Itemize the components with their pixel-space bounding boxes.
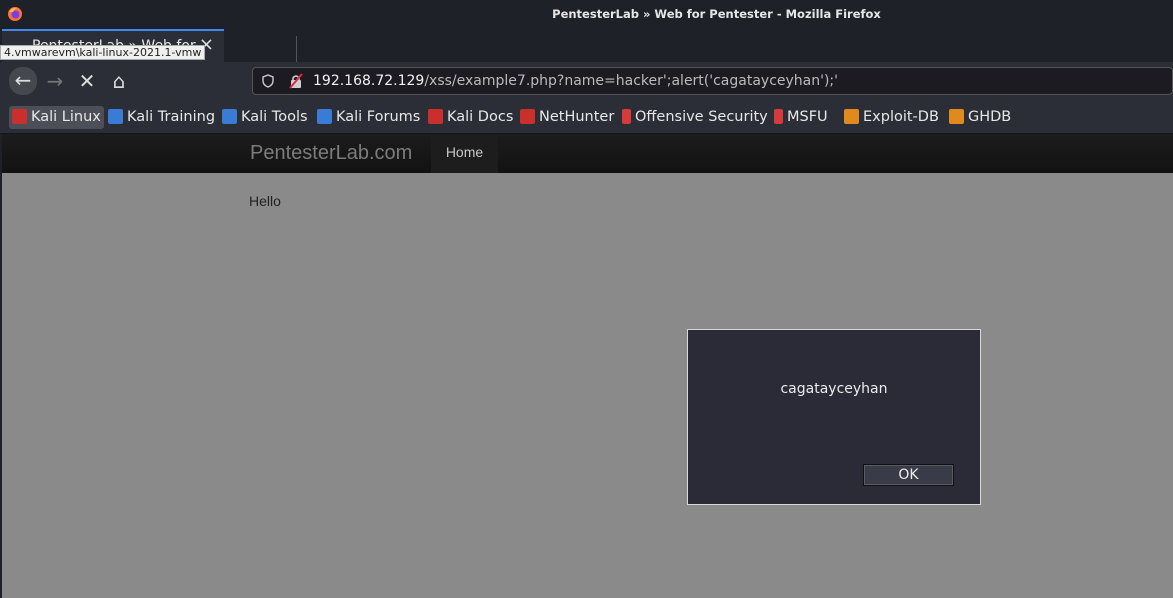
home-button[interactable]: ⌂ (106, 68, 132, 94)
url-host: 192.168.72.129 (313, 73, 425, 89)
kali-dragon-icon (12, 109, 27, 124)
window-left-border (0, 134, 2, 598)
nethunter-icon (520, 109, 535, 124)
tab-tooltip: 4.vmwarevm\kali-linux-2021.1-vmw (0, 45, 206, 60)
bookmark-label: GHDB (968, 109, 1012, 125)
kali-docs-icon (428, 109, 443, 124)
address-bar[interactable]: 192.168.72.129/xss/example7.php?name=hac… (252, 67, 1173, 95)
bookmark-label: Offensive Security (635, 109, 768, 125)
bookmark-kali-forums[interactable]: Kali Forums (317, 106, 420, 129)
msfu-icon (774, 109, 783, 124)
kali-forums-icon (317, 109, 332, 124)
kali-training-icon (108, 109, 123, 124)
page-body-text: Hello (249, 193, 281, 209)
forward-button[interactable]: → (42, 68, 68, 94)
bookmark-ghdb[interactable]: GHDB (949, 106, 1011, 129)
kali-tools-icon (222, 109, 237, 124)
insecure-lock-icon[interactable] (288, 73, 304, 89)
tracking-protection-shield-icon[interactable] (261, 74, 275, 88)
offsec-icon (622, 109, 631, 124)
url-text[interactable]: 192.168.72.129/xss/example7.php?name=hac… (313, 73, 838, 89)
back-button[interactable]: ← (9, 67, 37, 95)
navigation-bar: ← → ✕ ⌂ 192.168.72.129/xss/example7.php?… (0, 62, 1173, 100)
site-brand-link[interactable]: PentesterLab.com (250, 142, 412, 165)
stop-button[interactable]: ✕ (74, 68, 100, 94)
window-title-bar: PentesterLab » Web for Pentester - Mozil… (0, 0, 1173, 28)
bookmark-offensive-security[interactable]: Offensive Security (622, 106, 768, 129)
bookmark-kali-tools[interactable]: Kali Tools (222, 106, 308, 129)
ok-button[interactable]: OK (863, 464, 954, 486)
bookmark-label: Kali Docs (447, 109, 514, 125)
bookmark-label: Kali Forums (336, 109, 421, 125)
nav-home-link[interactable]: Home (431, 134, 498, 173)
bookmarks-toolbar: Kali Linux Kali Training Kali Tools Kali… (0, 100, 1173, 134)
bookmark-label: Exploit-DB (863, 109, 939, 125)
bookmark-label: MSFU (787, 109, 828, 125)
site-navbar: PentesterLab.com Home (2, 134, 1173, 173)
bookmark-label: NetHunter (539, 109, 615, 125)
window-title: PentesterLab » Web for Pentester - Mozil… (552, 7, 881, 21)
url-path: /xss/example7.php?name=hacker';alert('ca… (424, 73, 838, 89)
bookmark-exploit-db[interactable]: Exploit-DB (844, 106, 939, 129)
bookmark-nethunter[interactable]: NetHunter (520, 106, 614, 129)
alert-dialog: cagatayceyhan OK (687, 329, 981, 505)
bookmark-kali-linux[interactable]: Kali Linux (9, 106, 104, 129)
bookmark-label: Kali Linux (31, 109, 101, 125)
alert-message: cagatayceyhan (780, 381, 888, 397)
exploit-db-icon (844, 109, 859, 124)
bookmark-kali-training[interactable]: Kali Training (108, 106, 215, 129)
bookmark-msfu[interactable]: MSFU (774, 106, 828, 129)
bookmark-label: Kali Tools (241, 109, 308, 125)
bookmark-label: Kali Training (127, 109, 216, 125)
ghdb-icon (949, 109, 964, 124)
bookmark-kali-docs[interactable]: Kali Docs (428, 106, 513, 129)
